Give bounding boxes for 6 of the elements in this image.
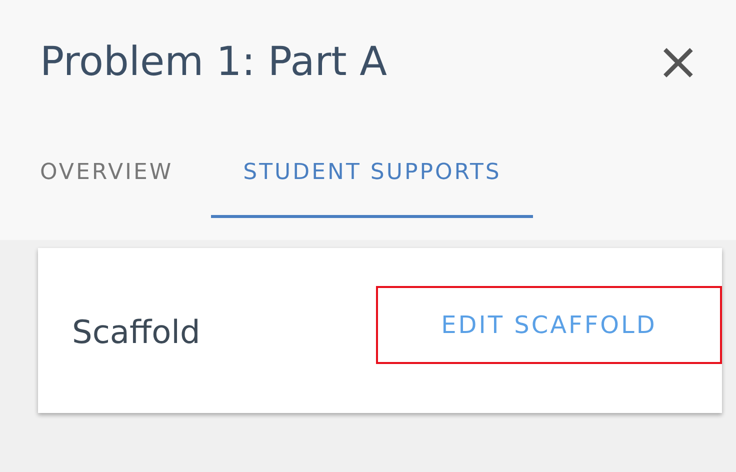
tab[interactable]: OVERVIEW <box>40 160 174 218</box>
edit-scaffold-button[interactable]: EDIT SCAFFOLD <box>376 286 722 364</box>
close-button[interactable]: × <box>656 36 700 88</box>
scaffold-label: Scaffold <box>72 312 200 350</box>
dialog-title: Problem 1: Part A <box>40 39 387 85</box>
tab[interactable]: STUDENT SUPPORTS <box>211 160 534 218</box>
